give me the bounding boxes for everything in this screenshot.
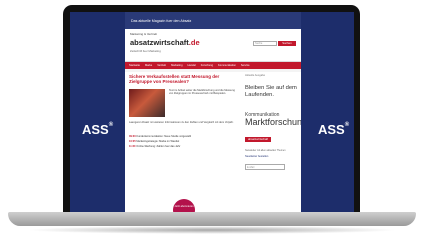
main-nav: Startseite Marke Vertrieb Marketing Hand… bbox=[125, 62, 301, 69]
ass-logo-text: ASS bbox=[82, 122, 109, 137]
registered-mark: ® bbox=[108, 122, 114, 128]
article-intro: Text im Artikel ueber die Markforschung … bbox=[169, 89, 235, 96]
nav-item[interactable]: Marke bbox=[145, 64, 152, 67]
main-column: Sichere Verkaufsstellen statt Messung de… bbox=[129, 74, 239, 212]
news-list: 09:30 Kundenkommunikation: Neue Studie v… bbox=[129, 134, 239, 149]
page-content: Sichere Verkaufsstellen statt Messung de… bbox=[125, 72, 301, 212]
laptop-shadow bbox=[26, 226, 398, 234]
article-image[interactable] bbox=[129, 89, 165, 117]
top-banner-text: Das aktuelle Magazin fuer den Absatz bbox=[131, 18, 192, 23]
newsletter-link[interactable]: Newsletter bestellen bbox=[245, 155, 297, 158]
site-header: Marketing & Vertrieb absatzwirtschaft.de… bbox=[125, 29, 301, 62]
list-item-time: 11:20 bbox=[129, 145, 136, 148]
website-page: Das aktuelle Magazin fuer den Absatz Mar… bbox=[125, 12, 301, 212]
nav-item[interactable]: Startseite bbox=[129, 64, 140, 67]
sidebar-teaser: Bleiben Sie auf dem Laufenden. bbox=[245, 85, 297, 98]
header-tagline: Zeitschrift fuer Marketing bbox=[130, 49, 161, 53]
nav-item[interactable]: Marketing bbox=[171, 64, 182, 67]
laptop-base bbox=[8, 212, 416, 226]
ad-marktforschung: Marktforschung bbox=[245, 117, 301, 127]
site-logo[interactable]: absatzwirtschaft.de bbox=[130, 38, 200, 47]
nav-item[interactable]: Handel bbox=[188, 64, 196, 67]
sidebar-info: Newsletter mit allen aktuellen Themen bbox=[245, 149, 286, 152]
nav-item[interactable]: Forschung bbox=[201, 64, 213, 67]
sidebar-heading: Aktuelle Ausgabe bbox=[245, 74, 266, 77]
ass-logo-text: ASS bbox=[318, 122, 345, 137]
list-item[interactable]: 11:20 Online-Werbung: Zahlen fuer das Ja… bbox=[129, 144, 239, 149]
list-item-text: Marketingstrategie: Marke im Wandel bbox=[136, 140, 180, 143]
nav-item[interactable]: Kommunikation bbox=[218, 64, 236, 67]
list-item-text: Online-Werbung: Zahlen fuer das Jahr bbox=[136, 145, 181, 148]
brand-suffix: .de bbox=[188, 38, 200, 47]
ass-logo-right: ASS® bbox=[318, 122, 349, 137]
sidebar: Aktuelle Ausgabe Bleiben Sie auf dem Lau… bbox=[245, 74, 301, 170]
registered-mark: ® bbox=[344, 122, 350, 128]
ad-label: absatzwirtschaft bbox=[245, 136, 272, 142]
article-body: Laengerer Absatz mit weiteren Informatio… bbox=[129, 121, 234, 124]
list-item-text: Kundenkommunikation: Neue Studie vorgest… bbox=[136, 135, 192, 138]
nav-item[interactable]: Service bbox=[241, 64, 250, 67]
article-headline[interactable]: Sichere Verkaufsstellen statt Messung de… bbox=[129, 74, 239, 84]
search-button[interactable]: Suchen bbox=[278, 41, 296, 46]
ass-logo-left: ASS® bbox=[82, 122, 113, 137]
header-kicker: Marketing & Vertrieb bbox=[130, 32, 158, 36]
search-input[interactable]: Suche bbox=[253, 41, 277, 46]
brand-name: absatzwirtschaft bbox=[130, 38, 189, 47]
list-item-time: 09:30 bbox=[129, 135, 136, 138]
subscribe-badge[interactable]: Jetzt abonnieren bbox=[173, 199, 195, 212]
laptop-screen: ASS® ASS® Das aktuelle Magazin fuer den … bbox=[70, 12, 354, 212]
top-banner: Das aktuelle Magazin fuer den Absatz bbox=[125, 12, 301, 29]
list-item-time: 10:05 bbox=[129, 140, 136, 143]
newsletter-email-input[interactable]: E-Mail bbox=[245, 164, 285, 170]
nav-item[interactable]: Vertrieb bbox=[157, 64, 166, 67]
laptop: ASS® ASS® Das aktuelle Magazin fuer den … bbox=[0, 0, 424, 243]
